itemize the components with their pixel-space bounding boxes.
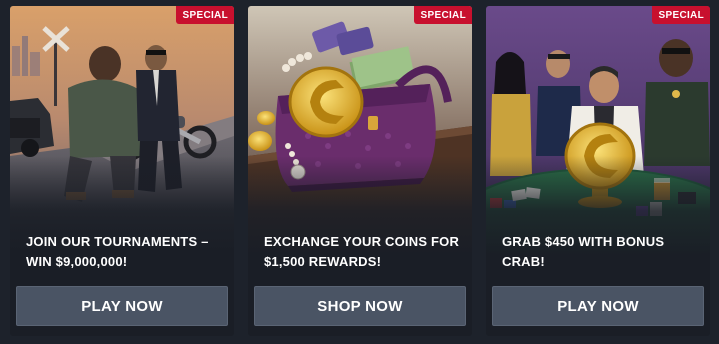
special-badge: SPECIAL — [413, 6, 472, 24]
promo-title: GRAB $450 WITH BONUS CRAB! — [502, 234, 665, 269]
promo-cards-row: SPECIAL JOIN OUR TOURNAMENTS – WIN $9,00… — [0, 0, 719, 344]
shop-now-button[interactable]: SHOP NOW — [254, 286, 466, 326]
promo-title: EXCHANGE YOUR COINS FOR $1,500 REWARDS! — [264, 234, 460, 269]
special-badge: SPECIAL — [651, 6, 710, 24]
promo-title: JOIN OUR TOURNAMENTS – WIN $9,000,000! — [26, 234, 209, 269]
play-now-button[interactable]: PLAY NOW — [492, 286, 704, 326]
play-now-button[interactable]: PLAY NOW — [16, 286, 228, 326]
promo-card-exchange[interactable]: SPECIAL EXCHANGE YOUR COINS FOR $1,500 R… — [248, 6, 472, 336]
special-badge: SPECIAL — [175, 6, 234, 24]
promo-card-tournaments[interactable]: SPECIAL JOIN OUR TOURNAMENTS – WIN $9,00… — [10, 6, 234, 336]
promo-card-bonus-crab[interactable]: SPECIAL GRAB $450 WITH BONUS CRAB! PLAY … — [486, 6, 710, 336]
